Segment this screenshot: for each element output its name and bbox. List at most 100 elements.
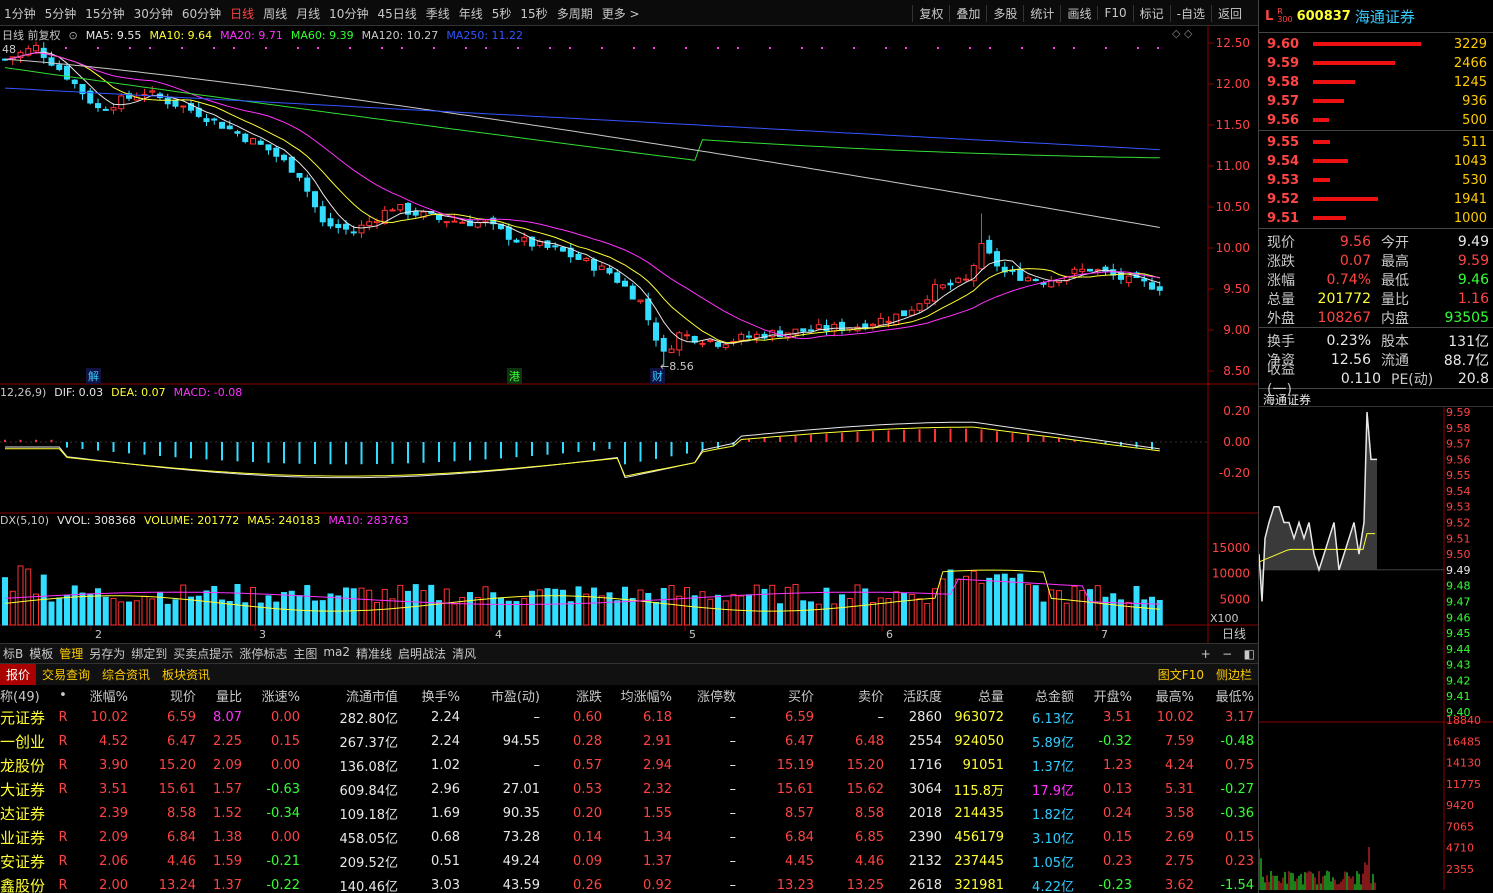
ask-level-1[interactable]: 9.60 3229 xyxy=(1259,35,1493,54)
candle-body xyxy=(95,103,101,109)
period-tab-2[interactable]: 15分钟 xyxy=(85,5,124,22)
period-tab-13[interactable]: 15秒 xyxy=(520,5,547,22)
tool-row-item-6[interactable]: 涨停标志 xyxy=(236,645,290,662)
bid-level-1[interactable]: 9.55 511 xyxy=(1259,133,1493,152)
bottom-tab-2[interactable]: 综合资讯 xyxy=(96,664,156,685)
col-header-9[interactable]: 涨跌 xyxy=(540,686,602,705)
period-tab-4[interactable]: 60分钟 xyxy=(182,5,221,22)
ask-level-4[interactable]: 9.57 936 xyxy=(1259,92,1493,111)
bottom-tab-1[interactable]: 交易查询 xyxy=(36,664,96,685)
volume-bar xyxy=(327,593,334,626)
period-tab-8[interactable]: 10分钟 xyxy=(329,5,368,22)
tool-button-4[interactable]: 画线 xyxy=(1060,4,1097,22)
tool-row-item-9[interactable]: 精准线 xyxy=(353,645,395,662)
marker-jie[interactable]: 解 xyxy=(86,368,101,384)
table-row[interactable]: 安证券 R 2.06 4.46 1.59 -0.21 209.52亿 0.51 49.24 0.0… xyxy=(0,849,1258,873)
table-row[interactable]: 达证券 2.39 8.58 1.52 -0.34 109.18亿 1.69 90.35 0.20… xyxy=(0,801,1258,825)
tool-button-8[interactable]: 返回 xyxy=(1210,4,1248,22)
col-header-15[interactable]: 总量 xyxy=(942,686,1004,705)
tool-row-item-4[interactable]: 绑定到 xyxy=(128,645,170,662)
intraday-vol-tick-7: 2355 xyxy=(1446,863,1474,876)
ask-level-2[interactable]: 9.59 2466 xyxy=(1259,54,1493,73)
tool-button-5[interactable]: F10 xyxy=(1097,6,1132,20)
col-header-2[interactable]: 涨幅% xyxy=(78,686,128,705)
tool-row-item-7[interactable]: 主图 xyxy=(290,645,320,662)
col-header-12[interactable]: 买价 xyxy=(736,686,814,705)
tool-row-item-8[interactable]: ma2 xyxy=(320,645,353,662)
bottom-tab-0[interactable]: 报价 xyxy=(0,664,37,685)
table-row[interactable]: 鑫股份 R 2.00 13.24 1.37 -0.22 140.46亿 3.03 43.59 0.… xyxy=(0,873,1258,893)
period-tab-9[interactable]: 45日线 xyxy=(377,5,416,22)
col-header-19[interactable]: 最低% xyxy=(1194,686,1254,705)
col-header-8[interactable]: 市盈(动) xyxy=(460,686,540,705)
ask-level-3[interactable]: 9.58 1245 xyxy=(1259,73,1493,92)
volume-bar xyxy=(1149,596,1155,626)
table-row[interactable]: 元证券 R 10.02 6.59 8.07 0.00 282.80亿 2.24 – 0.60 6.1… xyxy=(0,705,1258,729)
marker-gang[interactable]: 港 xyxy=(507,368,522,384)
table-row[interactable]: 业证券 R 2.09 6.84 1.38 0.00 458.05亿 0.68 73.28 0.14… xyxy=(0,825,1258,849)
period-tab-5[interactable]: 日线 xyxy=(230,5,254,22)
period-tab-15[interactable]: 更多 > xyxy=(602,5,640,22)
period-tab-14[interactable]: 多周期 xyxy=(557,5,593,22)
bid-level-2[interactable]: 9.54 1043 xyxy=(1259,152,1493,171)
tool-button-1[interactable]: 叠加 xyxy=(949,4,986,22)
settings-icon[interactable]: ⊙ xyxy=(69,29,78,42)
period-tab-7[interactable]: 月线 xyxy=(296,5,320,22)
bid-level-5[interactable]: 9.51 1000 xyxy=(1259,209,1493,228)
cell-涨停数: – xyxy=(729,829,737,845)
tool-button-6[interactable]: 标记 xyxy=(1132,4,1170,22)
tool-row-item-0[interactable]: 标B xyxy=(0,645,26,662)
bottom-tab-right-1[interactable]: 侧边栏 xyxy=(1210,664,1258,685)
col-header-6[interactable]: 流通市值 xyxy=(300,686,398,705)
zoom-controls[interactable]: + − ◧ xyxy=(1198,647,1258,661)
col-header-4[interactable]: 量比 xyxy=(196,686,242,705)
col-header-7[interactable]: 换手% xyxy=(398,686,460,705)
cell-流通市值: 458.05亿 xyxy=(339,831,399,847)
intraday-chart[interactable]: 9.59 9.58 9.57 9.56 9.55 9.54 9.53 9.52 9.51 9.50… xyxy=(1258,406,1493,890)
col-header-18[interactable]: 最高% xyxy=(1132,686,1194,705)
expand-icon[interactable]: ◇ ◇ xyxy=(1172,27,1192,40)
volume-bar xyxy=(668,584,675,626)
col-header-14[interactable]: 活跃度 xyxy=(884,686,942,705)
col-header-1[interactable]: • xyxy=(48,688,78,703)
table-row[interactable]: 一创业 R 4.52 6.47 2.25 0.15 267.37亿 2.24 94.55 0.28… xyxy=(0,729,1258,753)
table-row[interactable]: 大证券 R 3.51 15.61 1.57 -0.63 609.84亿 2.96 27.01 0.… xyxy=(0,777,1258,801)
col-header-10[interactable]: 均涨幅% xyxy=(602,686,672,705)
tool-row-item-1[interactable]: 模板 xyxy=(26,645,56,662)
candle-body xyxy=(738,333,745,341)
bottom-tab-right-0[interactable]: 图文F10 xyxy=(1152,664,1210,685)
tool-row-item-5[interactable]: 买卖点提示 xyxy=(170,645,236,662)
bid-volume: 511 xyxy=(1462,135,1487,150)
signal-dot xyxy=(801,47,803,49)
bottom-tab-3[interactable]: 板块资讯 xyxy=(156,664,216,685)
col-header-0[interactable]: 称(49) xyxy=(0,686,48,705)
col-header-3[interactable]: 现价 xyxy=(128,686,196,705)
period-tab-3[interactable]: 30分钟 xyxy=(134,5,173,22)
period-tab-10[interactable]: 季线 xyxy=(426,5,450,22)
table-row[interactable]: 龙股份 R 3.90 15.20 2.09 0.00 136.08亿 1.02 – 0.57 2.9… xyxy=(0,753,1258,777)
tool-button-3[interactable]: 统计 xyxy=(1023,4,1060,22)
col-header-13[interactable]: 卖价 xyxy=(814,686,884,705)
bid-level-3[interactable]: 9.53 530 xyxy=(1259,171,1493,190)
tool-row-item-10[interactable]: 启明战法 xyxy=(395,645,449,662)
period-tab-6[interactable]: 周线 xyxy=(263,5,287,22)
tool-button-0[interactable]: 复权 xyxy=(912,4,949,22)
ask-level-5[interactable]: 9.56 500 xyxy=(1259,111,1493,130)
tool-row-item-3[interactable]: 另存为 xyxy=(86,645,128,662)
col-header-5[interactable]: 涨速% xyxy=(242,686,300,705)
period-tab-0[interactable]: 1分钟 xyxy=(4,5,36,22)
cell-涨停数: – xyxy=(729,781,737,797)
tool-row-item-2[interactable]: 管理 xyxy=(56,645,86,662)
col-header-16[interactable]: 总金额 xyxy=(1004,686,1074,705)
tool-row-item-11[interactable]: 清风 xyxy=(449,645,479,662)
period-tab-1[interactable]: 5分钟 xyxy=(45,5,77,22)
period-tab-12[interactable]: 5秒 xyxy=(492,5,512,22)
kline-chart[interactable]: 12.50 12.00 11.50 11.00 10.50 10.00 9.50 9.00 8.… xyxy=(0,26,1258,643)
tool-button-2[interactable]: 多股 xyxy=(986,4,1023,22)
period-tab-11[interactable]: 年线 xyxy=(459,5,483,22)
indicator-tool-row: 标B 模板 管理 另存为 绑定到 买卖点提示 涨停标志 主图 ma2 精准线 启明战法 清风 + − … xyxy=(0,643,1258,663)
tool-button-7[interactable]: -自选 xyxy=(1169,4,1211,22)
bid-level-4[interactable]: 9.52 1941 xyxy=(1259,190,1493,209)
col-header-11[interactable]: 涨停数 xyxy=(672,686,736,705)
col-header-17[interactable]: 开盘% xyxy=(1074,686,1132,705)
